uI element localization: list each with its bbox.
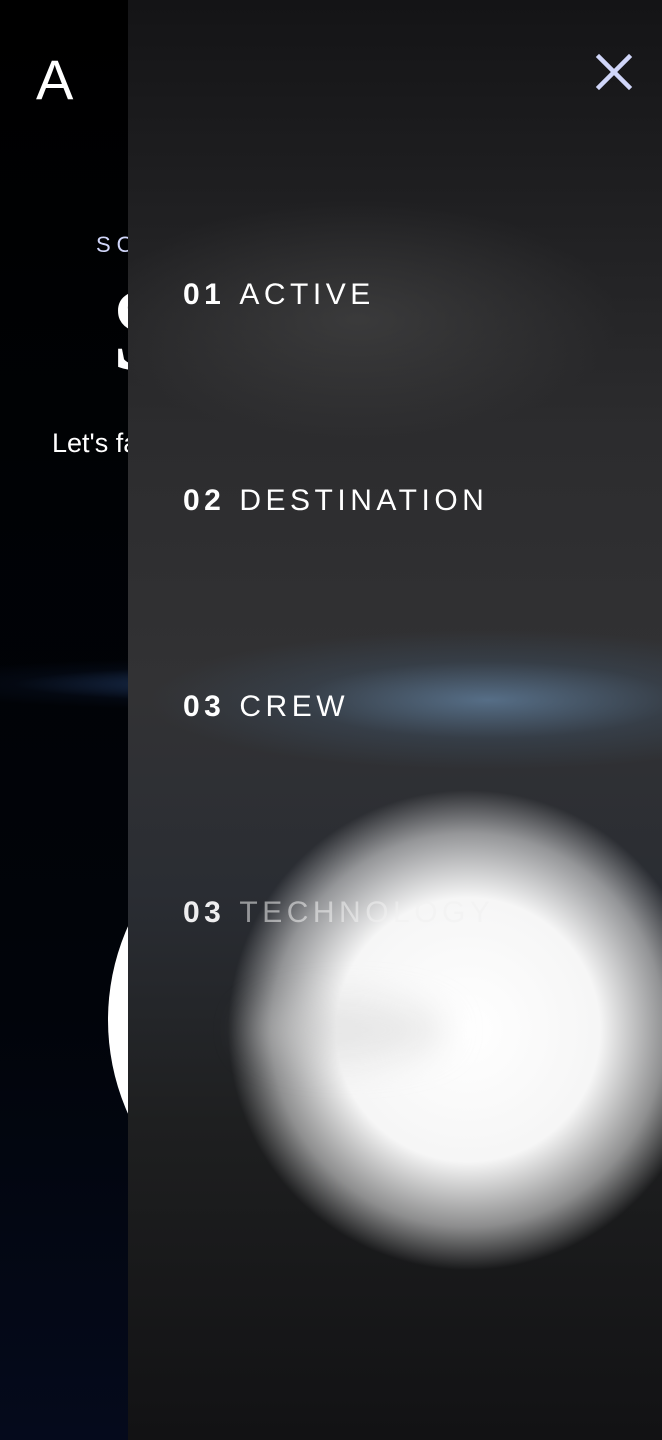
nav-item-label: TECHNOLOGY bbox=[239, 896, 495, 929]
close-icon bbox=[595, 53, 633, 91]
nav-item-crew[interactable]: 03 CREW bbox=[183, 689, 494, 895]
nav-item-number: 01 bbox=[183, 278, 226, 311]
nav-item-label: CREW bbox=[239, 690, 350, 723]
nav-item-label: ACTIVE bbox=[239, 278, 375, 311]
nav-list: 01 ACTIVE 02 DESTINATION 03 CREW 03 TECH… bbox=[183, 277, 494, 1101]
nav-item-label: DESTINATION bbox=[239, 484, 489, 517]
nav-item-number: 03 bbox=[183, 896, 226, 929]
nav-item-destination[interactable]: 02 DESTINATION bbox=[183, 483, 494, 689]
nav-item-number: 03 bbox=[183, 690, 226, 723]
close-button[interactable] bbox=[592, 50, 636, 94]
nav-item-number: 02 bbox=[183, 484, 226, 517]
nav-item-active[interactable]: 01 ACTIVE bbox=[183, 277, 494, 483]
nav-item-technology[interactable]: 03 TECHNOLOGY bbox=[183, 895, 494, 1101]
